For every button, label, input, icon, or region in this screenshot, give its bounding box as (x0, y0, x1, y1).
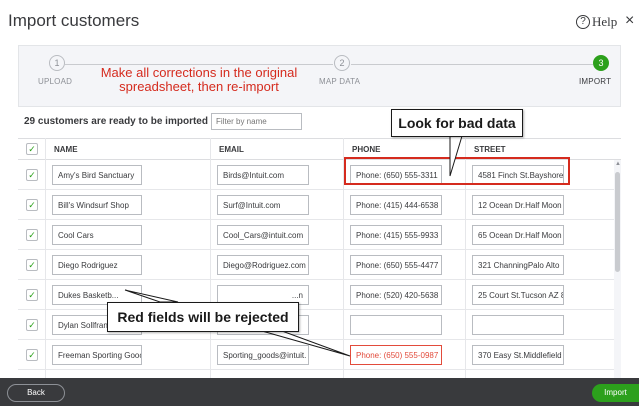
table-row: ✓ Cool Cars Cool_Cars@intuit.com Phone: … (18, 220, 621, 250)
import-summary: 29 customers are ready to be imported (24, 116, 208, 127)
close-icon[interactable]: × (625, 12, 634, 30)
name-field[interactable]: Diego Rodriguez (52, 255, 142, 275)
step-3-label: IMPORT (579, 77, 612, 86)
table-row: ✓ Freeman Sporting Gooc Sporting_goods@i… (18, 340, 621, 370)
help-link[interactable]: ? Help (576, 14, 617, 30)
name-field[interactable]: Amy's Bird Sanctuary (52, 165, 142, 185)
row-checkbox[interactable]: ✓ (26, 349, 38, 361)
name-field[interactable]: Bill's Windsurf Shop (52, 195, 142, 215)
red-fields-annotation: Red fields will be rejected (107, 302, 299, 332)
select-all-checkbox[interactable]: ✓ (26, 143, 38, 155)
back-button[interactable]: Back (7, 384, 65, 402)
import-button[interactable]: Import (592, 384, 639, 402)
step-2-circle: 2 (334, 55, 350, 71)
step-1-circle: 1 (49, 55, 65, 71)
step-3-circle: 3 (593, 55, 609, 71)
step-connector (351, 64, 593, 65)
street-field[interactable]: 25 Court St.Tucson AZ 8 (472, 285, 564, 305)
row-checkbox[interactable]: ✓ (26, 259, 38, 271)
name-field[interactable]: Cool Cars (52, 225, 142, 245)
scroll-thumb[interactable] (615, 172, 620, 272)
email-field[interactable]: Sporting_goods@intuit. (217, 345, 309, 365)
step-2-label: MAP DATA (319, 77, 361, 86)
row-checkbox[interactable]: ✓ (26, 199, 38, 211)
page-title: Import customers (8, 11, 140, 30)
dialog-footer: Back Import (0, 378, 639, 406)
row-checkbox[interactable]: ✓ (26, 229, 38, 241)
row-checkbox[interactable]: ✓ (26, 169, 38, 181)
column-header-name: NAME (54, 145, 78, 154)
table-scrollbar[interactable]: ▲ (614, 160, 621, 378)
phone-field[interactable]: Phone: (415) 444-6538 (350, 195, 442, 215)
phone-field-error[interactable]: Phone: (650) 555-0987 (350, 345, 442, 365)
bad-data-annotation: Look for bad data (391, 109, 523, 137)
scroll-up-icon[interactable]: ▲ (615, 161, 621, 167)
step-1-label: UPLOAD (38, 77, 73, 86)
phone-field[interactable]: Phone: (415) 555-9933 (350, 225, 442, 245)
street-field[interactable]: 12 Ocean Dr.Half Moon (472, 195, 564, 215)
table-row: ✓ Bill's Windsurf Shop Surf@Intuit.com P… (18, 190, 621, 220)
name-field[interactable]: Freeman Sporting Gooc (52, 345, 142, 365)
bad-data-highlight (344, 157, 570, 185)
street-field[interactable]: 65 Ocean Dr.Half Moon (472, 225, 564, 245)
column-header-phone: PHONE (352, 145, 381, 154)
column-header-email: EMAIL (219, 145, 244, 154)
email-field[interactable]: Birds@Intuit.com (217, 165, 309, 185)
street-field[interactable] (472, 315, 564, 335)
phone-field[interactable]: Phone: (520) 420-5638 (350, 285, 442, 305)
import-stepper: 1 UPLOAD 2 MAP DATA 3 IMPORT Make all co… (18, 45, 621, 107)
email-field[interactable]: Cool_Cars@intuit.com (217, 225, 309, 245)
street-field[interactable]: 370 Easy St.Middlefield (472, 345, 564, 365)
help-icon: ? (576, 15, 590, 29)
email-field[interactable]: Surf@Intuit.com (217, 195, 309, 215)
email-field[interactable]: Diego@Rodriguez.com (217, 255, 309, 275)
row-checkbox[interactable]: ✓ (26, 289, 38, 301)
phone-field[interactable]: Phone: (650) 555-4477 (350, 255, 442, 275)
row-checkbox[interactable]: ✓ (26, 319, 38, 331)
filter-input[interactable] (211, 113, 302, 130)
table-row: ✓ Diego Rodriguez Diego@Rodriguez.com Ph… (18, 250, 621, 280)
column-header-street: STREET (474, 145, 506, 154)
dialog-header: Import customers ? Help × (0, 0, 639, 42)
help-label: Help (592, 14, 618, 29)
corrections-annotation: Make all corrections in the original spr… (100, 65, 298, 94)
phone-field[interactable] (350, 315, 442, 335)
street-field[interactable]: 321 ChanningPalo Alto (472, 255, 564, 275)
